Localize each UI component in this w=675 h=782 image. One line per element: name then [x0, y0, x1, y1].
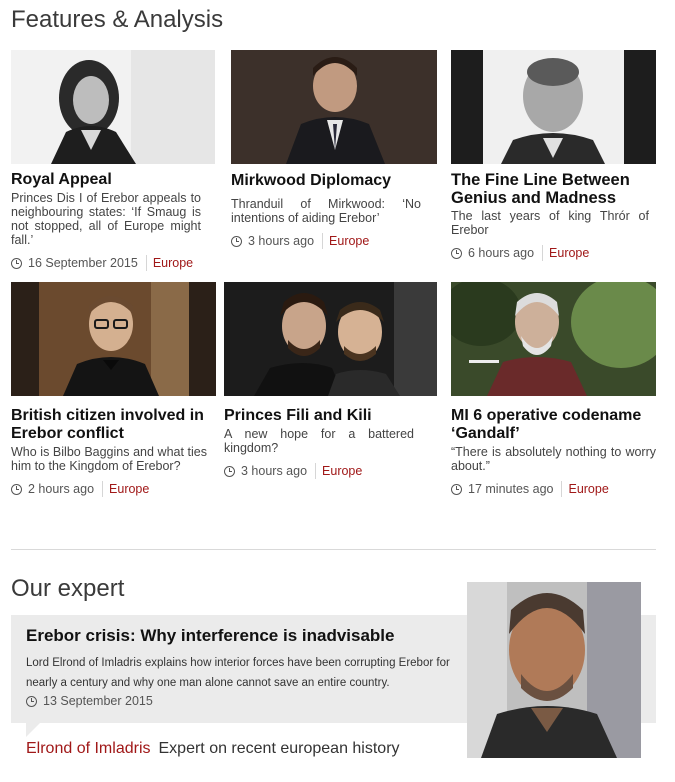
card-meta: 2 hours ago Europe — [11, 481, 207, 497]
feature-card[interactable]: Royal Appeal Princes Dis I of Erebor app… — [11, 50, 215, 271]
two-men-image — [224, 282, 437, 396]
feature-image[interactable] — [451, 282, 656, 396]
card-tag-link[interactable]: Europe — [568, 482, 608, 496]
card-time: 16 September 2015 — [28, 256, 138, 270]
clock-icon — [231, 235, 242, 247]
feature-image[interactable] — [231, 50, 437, 164]
expert-name-link[interactable]: Elrond of Imladris — [26, 740, 151, 757]
clock-icon — [26, 695, 37, 707]
bald-man-portrait-image — [451, 50, 656, 164]
card-summary: A new hope for a battered kingdom? — [224, 427, 414, 455]
section-divider — [11, 549, 656, 550]
card-summary: Thranduil of Mirkwood: ‘No intentions of… — [231, 197, 421, 225]
card-meta: 6 hours ago Europe — [451, 245, 649, 261]
card-time: 17 minutes ago — [468, 482, 554, 496]
clock-icon — [451, 483, 462, 495]
card-summary: Who is Bilbo Baggins and what ties him t… — [11, 445, 207, 473]
card-tag-link[interactable]: Europe — [329, 234, 369, 248]
expert-byline: Elrond of Imladris Expert on recent europ… — [26, 740, 400, 758]
card-title[interactable]: British citizen involved in Erebor confl… — [11, 407, 207, 443]
clock-icon — [224, 465, 235, 477]
old-man-smoking-image — [451, 282, 656, 396]
card-tag-link[interactable]: Europe — [322, 464, 362, 478]
card-title[interactable]: Royal Appeal — [11, 171, 201, 189]
card-title[interactable]: MI 6 operative codename ‘Gandalf’ — [451, 407, 656, 443]
card-meta: 16 September 2015 Europe — [11, 255, 201, 271]
expert-photo[interactable] — [467, 582, 641, 758]
card-time: 3 hours ago — [248, 234, 315, 248]
card-time: 6 hours ago — [468, 246, 535, 260]
separator — [561, 481, 563, 497]
separator — [145, 255, 147, 271]
expert-date: 13 September 2015 — [43, 694, 153, 708]
woman-portrait-image — [11, 50, 215, 164]
card-meta: 3 hours ago Europe — [224, 463, 414, 479]
feature-image[interactable] — [11, 50, 215, 164]
separator — [102, 481, 104, 497]
clock-icon — [11, 257, 22, 269]
expert-meta: 13 September 2015 — [26, 694, 153, 708]
card-summary: Princes Dis I of Erebor appeals to neigh… — [11, 191, 201, 247]
feature-card[interactable]: British citizen involved in Erebor confl… — [11, 282, 216, 497]
expert-summary: Lord Elrond of Imladris explains how int… — [26, 657, 450, 689]
card-title[interactable]: Princes Fili and Kili — [224, 407, 414, 425]
card-tag-link[interactable]: Europe — [153, 256, 193, 270]
expert-headline[interactable]: Erebor crisis: Why interference is inadv… — [26, 626, 394, 646]
card-tag-link[interactable]: Europe — [549, 246, 589, 260]
feature-card[interactable]: MI 6 operative codename ‘Gandalf’ “There… — [451, 282, 656, 497]
card-meta: 17 minutes ago Europe — [451, 481, 656, 497]
card-time: 3 hours ago — [241, 464, 308, 478]
feature-card[interactable]: Mirkwood Diplomacy Thranduil of Mirkwood… — [231, 50, 437, 249]
card-tag-link[interactable]: Europe — [109, 482, 149, 496]
feature-card[interactable]: Princes Fili and Kili A new hope for a b… — [224, 282, 437, 479]
card-title[interactable]: The Fine Line Between Genius and Madness — [451, 171, 649, 207]
speech-pointer — [26, 723, 40, 737]
card-time: 2 hours ago — [28, 482, 95, 496]
separator — [315, 463, 317, 479]
expert-portrait-image — [467, 582, 641, 758]
feature-card[interactable]: The Fine Line Between Genius and Madness… — [451, 50, 656, 261]
card-summary: “There is absolutely nothing to worry ab… — [451, 445, 656, 473]
separator — [322, 233, 324, 249]
separator — [542, 245, 544, 261]
feature-image[interactable] — [451, 50, 656, 164]
features-heading: Features & Analysis — [11, 6, 224, 33]
man-in-suit-image — [231, 50, 437, 164]
card-summary: The last years of king Thrór of Erebor — [451, 209, 649, 237]
feature-image[interactable] — [224, 282, 437, 396]
man-with-glasses-image — [11, 282, 216, 396]
card-meta: 3 hours ago Europe — [231, 233, 421, 249]
card-title[interactable]: Mirkwood Diplomacy — [231, 172, 421, 190]
clock-icon — [11, 483, 22, 495]
clock-icon — [451, 247, 462, 259]
expert-heading: Our expert — [11, 575, 125, 602]
expert-role: Expert on recent european history — [158, 740, 400, 757]
feature-image[interactable] — [11, 282, 216, 396]
